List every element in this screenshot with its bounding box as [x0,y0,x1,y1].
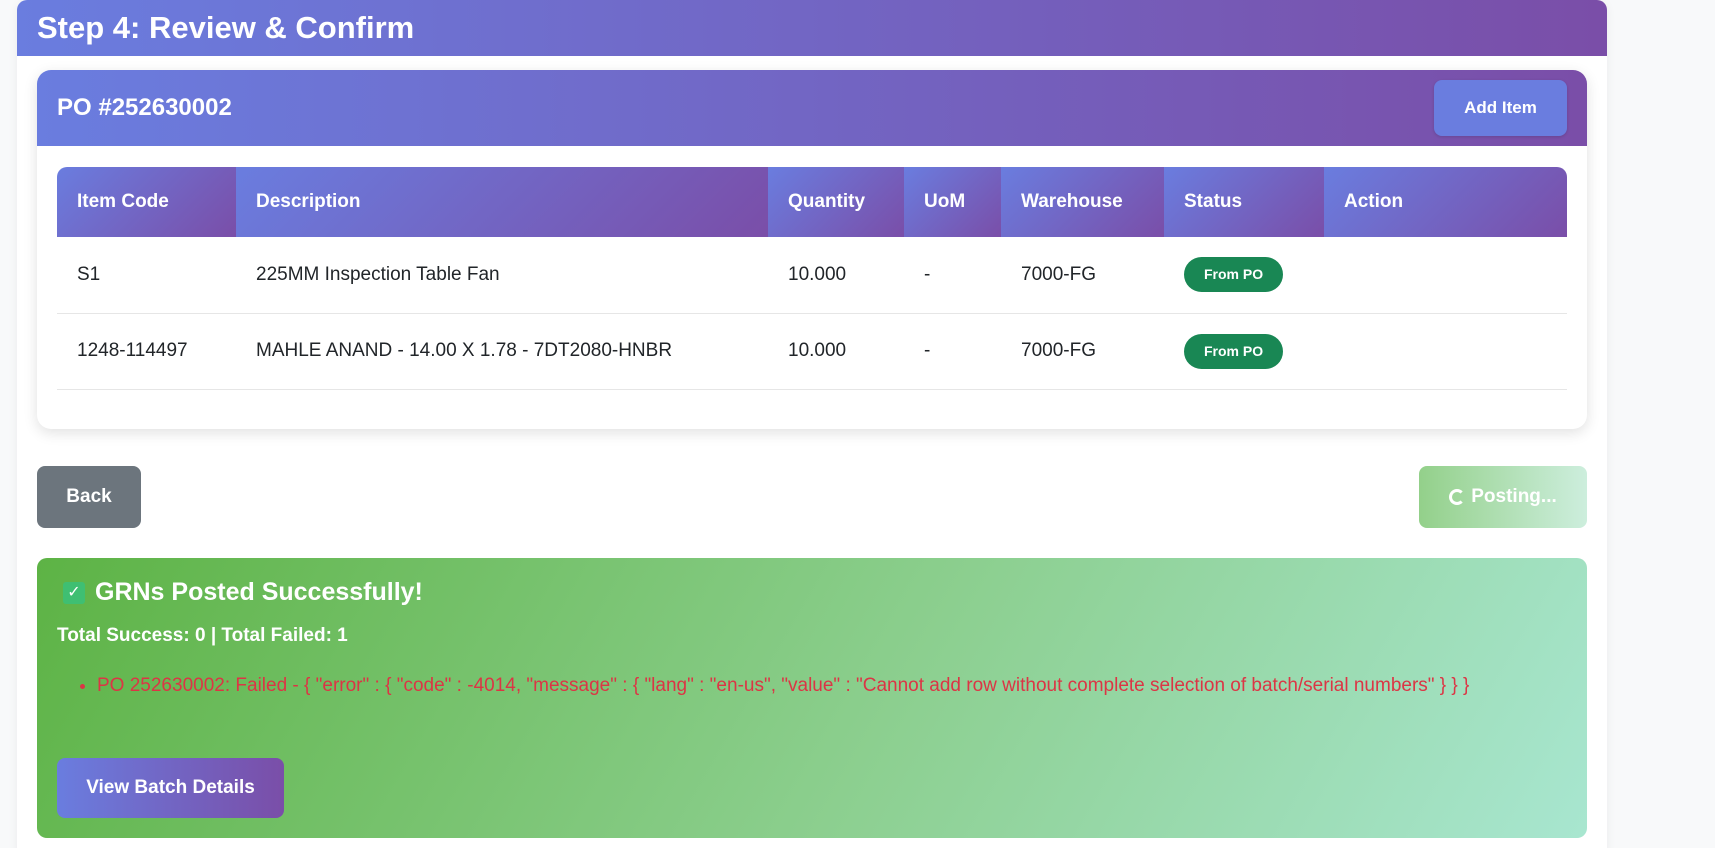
table-header-row: Item Code Description Quantity UoM Wareh… [57,167,1567,237]
item-code-cell: 1248-114497 [57,313,236,390]
warehouse-cell: 7000-FG [1001,237,1164,314]
status-badge: From PO [1184,257,1284,293]
quantity-cell: 10.000 [768,313,904,390]
error-list: PO 252630002: Failed - { "error" : { "co… [57,671,1567,701]
po-title: PO #252630002 [57,94,232,121]
column-header: Warehouse [1001,167,1164,237]
back-button[interactable]: Back [37,466,141,528]
po-header: PO #252630002 Add Item [37,70,1587,146]
action-cell [1324,313,1567,390]
column-header: UoM [904,167,1001,237]
step-header: Step 4: Review & Confirm [17,0,1607,56]
po-card: PO #252630002 Add Item Item Code Descrip… [37,70,1587,429]
description-cell: 225MM Inspection Table Fan [236,237,768,314]
posting-label: Posting... [1471,486,1557,507]
uom-cell: - [904,237,1001,314]
result-title: GRNs Posted Successfully! [95,578,423,606]
action-cell [1324,237,1567,314]
error-item: PO 252630002: Failed - { "error" : { "co… [97,671,1567,701]
item-code-cell: S1 [57,237,236,314]
items-table: Item Code Description Quantity UoM Wareh… [57,167,1567,390]
add-item-button[interactable]: Add Item [1434,80,1567,136]
column-header: Quantity [768,167,904,237]
status-cell: From PO [1164,313,1324,390]
column-header: Description [236,167,768,237]
post-result-panel: ✓ GRNs Posted Successfully! Total Succes… [37,558,1587,838]
spinner-icon [1449,489,1466,505]
status-cell: From PO [1164,237,1324,314]
quantity-cell: 10.000 [768,237,904,314]
result-summary: Total Success: 0 | Total Failed: 1 [57,625,348,646]
warehouse-cell: 7000-FG [1001,313,1164,390]
column-header: Status [1164,167,1324,237]
description-cell: MAHLE ANAND - 14.00 X 1.78 - 7DT2080-HNB… [236,313,768,390]
status-badge: From PO [1184,333,1284,369]
column-header: Item Code [57,167,236,237]
result-title-row: ✓ GRNs Posted Successfully! [63,578,1567,607]
step-title: Step 4: Review & Confirm [37,10,415,45]
view-batch-details-button[interactable]: View Batch Details [57,758,284,818]
uom-cell: - [904,313,1001,390]
column-header: Action [1324,167,1567,237]
table-row: 1248-114497 MAHLE ANAND - 14.00 X 1.78 -… [57,313,1567,390]
check-box-icon: ✓ [63,581,85,604]
review-card: Step 4: Review & Confirm PO #252630002 A… [17,0,1607,848]
table-row: S1 225MM Inspection Table Fan 10.000 - 7… [57,237,1567,314]
posting-button[interactable]: Posting... [1419,466,1587,528]
